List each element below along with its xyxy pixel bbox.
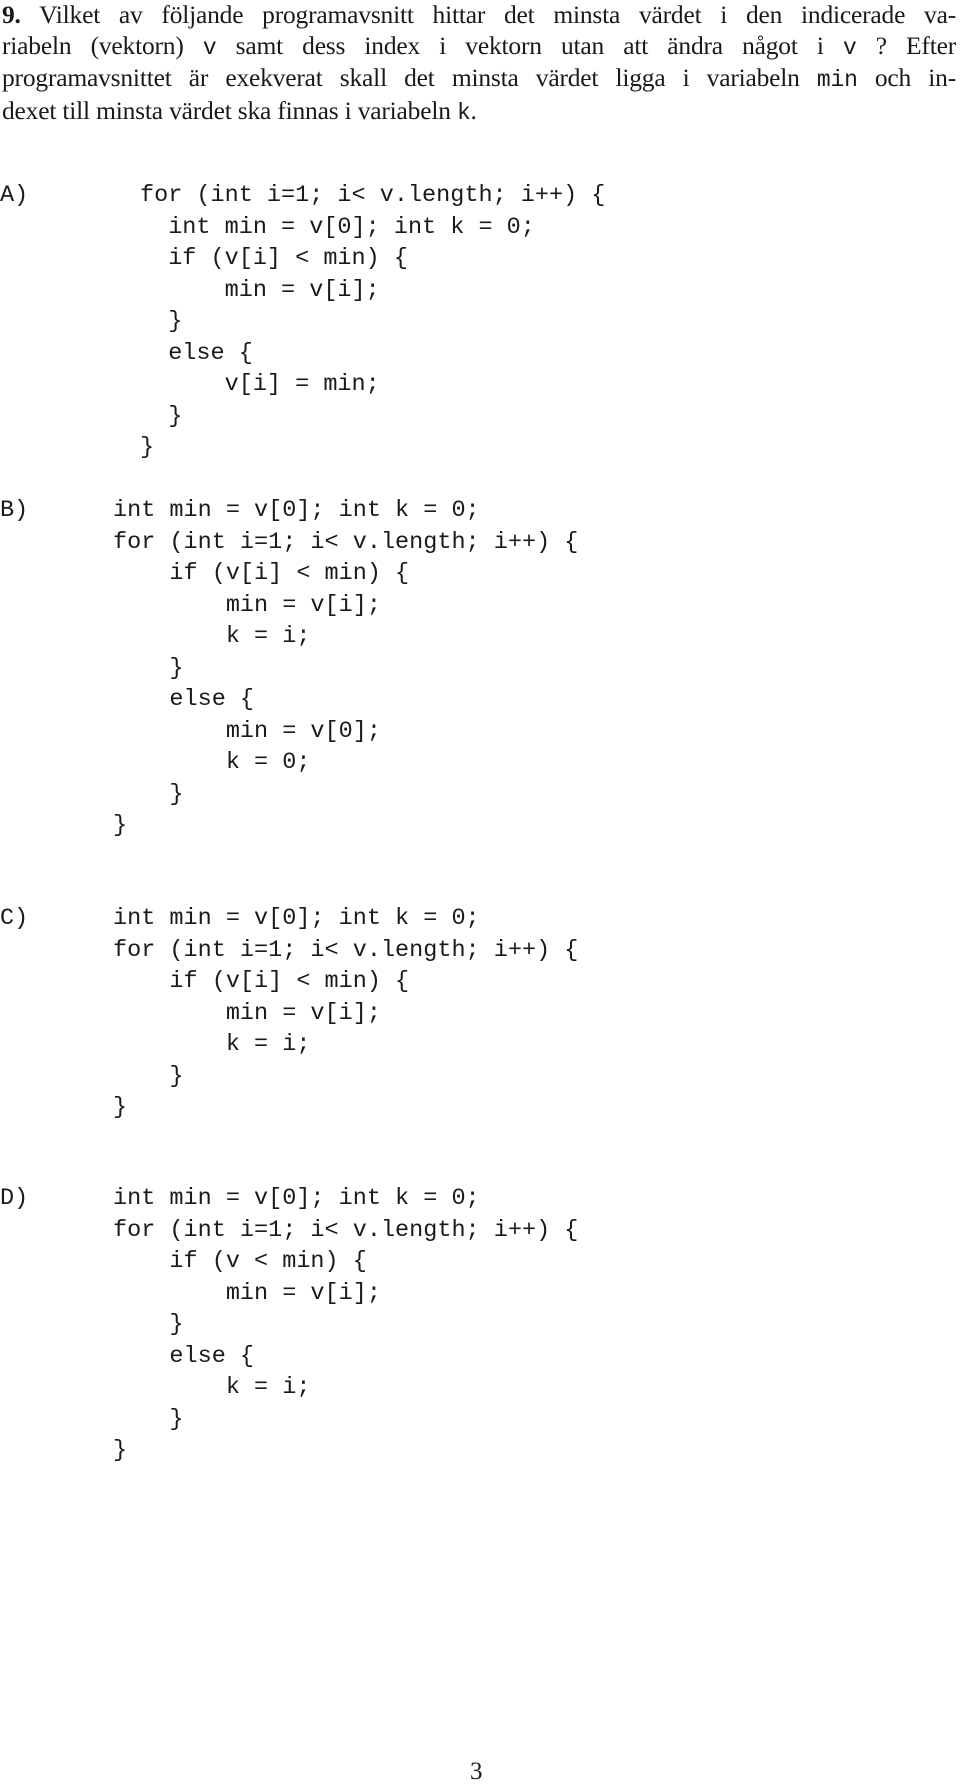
code-line: for (int i=1; i< v.length; i++) { [113,1216,579,1244]
code-line: min = v[i]; [113,1279,381,1307]
code-line: if (v < min) { [113,1248,367,1275]
question-line: programavsnittet är exekverat skall det … [2,63,956,96]
variable-v: v [202,34,217,61]
code-block: for (int i=1; i< v.length; i++) { int mi… [140,180,605,464]
code-line: if (v[i] < min) { [113,968,410,995]
code-line: } [140,308,183,335]
code-line: k = i; [113,623,311,650]
question-number: 9. [2,0,21,29]
question-line: dexet till minsta värdet ska finnas i va… [2,96,956,129]
code-line: else { [113,686,255,713]
question-text-fragment: och in- [857,63,956,92]
question-line: 9. Vilket av följande programavsnitt hit… [2,0,956,31]
code-line: for (int i=1; i< v.length; i++) { [113,936,579,964]
code-line: } [113,1311,184,1338]
code-line: k = i; [113,1374,311,1401]
option-label: C) [0,905,29,932]
question-line-text: Vilket av följande programavsnitt hittar… [39,0,956,29]
code-line: if (v[i] < min) { [113,560,410,587]
page-number: 3 [470,1758,483,1785]
variable-min: min [816,67,858,93]
code-line: int min = v[0]; int k = 0; [140,213,535,241]
code-line: } [113,780,184,808]
question-text-fragment: ? Efter [856,30,957,60]
code-line: } [113,1437,128,1464]
option-label: A) [0,182,29,209]
code-line: int min = v[0]; int k = 0; [113,497,480,524]
code-line: min = v[0]; [113,717,381,745]
code-block: int min = v[0]; int k = 0; for (int i=1; … [113,495,578,842]
question-text: 9. Vilket av följande programavsnitt hit… [2,0,956,128]
code-line: k = 0; [113,749,311,776]
code-line: } [113,1094,128,1121]
option-label: D) [0,1185,29,1212]
code-line: for (int i=1; i< v.length; i++) { [140,182,606,209]
code-line: v[i] = min; [140,371,380,398]
question-text-fragment: . [470,95,477,125]
code-line: for (int i=1; i< v.length; i++) { [113,528,579,556]
code-line: } [113,812,128,839]
code-line: min = v[i]; [113,999,381,1027]
code-line: min = v[i]; [140,276,380,304]
question-text-fragment: riabeln (vektorn) [2,30,203,60]
code-line: } [140,402,183,430]
question-text-fragment: samt dess index i vektorn utan att ändra… [216,30,843,60]
code-line: } [113,1062,184,1090]
code-line: } [113,654,184,682]
variable-v: v [842,34,857,61]
variable-k: k [456,99,471,126]
code-line: int min = v[0]; int k = 0; [113,905,480,932]
question-text-fragment: dexet till minsta värdet ska finnas i va… [2,95,457,125]
code-line: min = v[i]; [113,591,381,619]
question-text-fragment: programavsnittet är exekverat skall det … [2,63,817,92]
code-block: int min = v[0]; int k = 0; for (int i=1; … [113,1183,578,1467]
code-line: k = i; [113,1031,311,1058]
code-line: else { [140,339,253,367]
code-line: if (v[i] < min) { [140,245,408,272]
code-line: int min = v[0]; int k = 0; [113,1185,480,1212]
option-label: B) [0,497,29,524]
question-line: riabeln (vektorn) v samt dess index i ve… [2,31,956,64]
code-line: } [140,434,155,461]
code-line: else { [113,1342,255,1370]
code-line: } [113,1405,184,1433]
code-block: int min = v[0]; int k = 0; for (int i=1; … [113,903,578,1124]
